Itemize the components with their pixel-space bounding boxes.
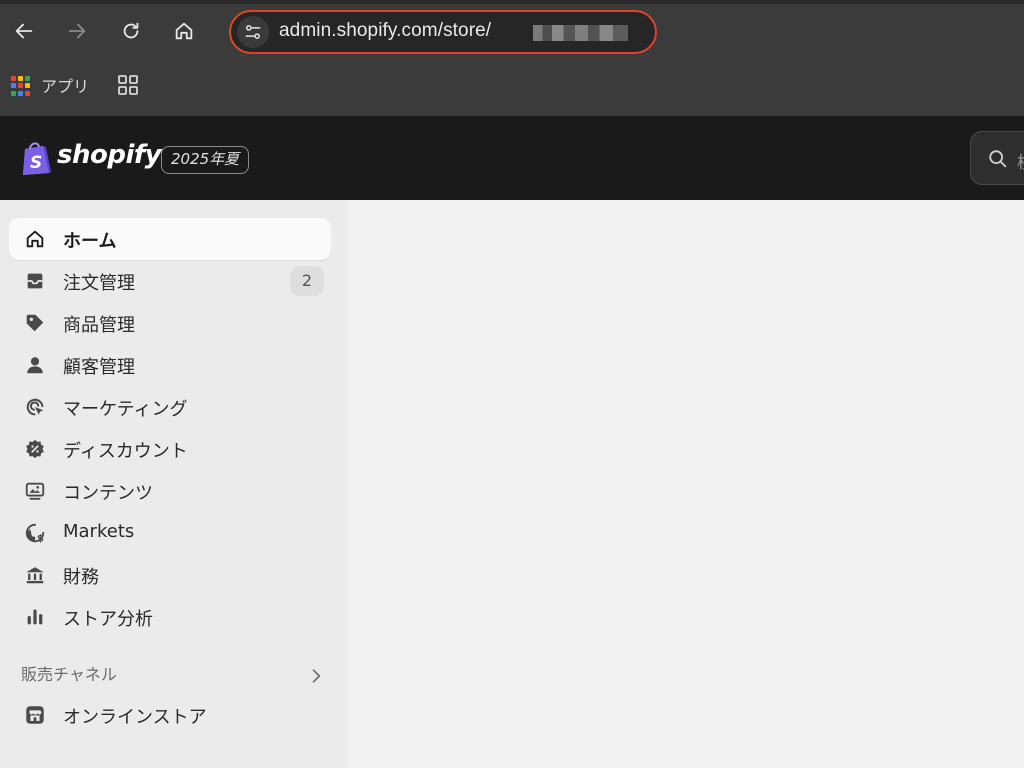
sidebar-item-customers[interactable]: 顧客管理 [9,344,331,386]
redacted-store-id [533,25,628,41]
sidebar-item-label: 注文管理 [63,273,135,294]
tab-groups-icon[interactable] [116,73,140,97]
sidebar-item-label: ホーム [63,231,117,252]
bank-icon [26,567,44,584]
sidebar-item-discounts[interactable]: ディスカウント [9,428,331,470]
search-placeholder: 検 [1017,148,1024,173]
tag-icon [26,314,44,332]
edition-badge[interactable]: 2025年夏 [161,146,250,174]
back-button[interactable] [9,16,39,46]
arrow-left-icon [15,23,33,39]
sidebar-item-online-store[interactable]: オンラインストア [9,694,331,736]
sidebar-item-label: Markets [63,521,135,542]
svg-text:S: S [30,153,42,173]
house-icon [175,22,193,40]
inbox-icon [27,273,43,289]
address-bar[interactable]: admin.shopify.com/store/ [229,10,657,54]
sidebar-item-products[interactable]: 商品管理 [9,302,331,344]
sidebar-item-label: 顧客管理 [63,357,135,378]
apps-bookmark[interactable]: アプリ [41,73,89,97]
reload-button[interactable] [116,16,146,46]
content-icon [25,482,45,500]
sales-channels-heading: 販売チャネル [21,665,117,684]
home-icon [26,230,44,248]
site-info-button[interactable] [237,16,269,48]
svg-text:$: $ [37,533,44,544]
sidebar-item-markets[interactable]: $ Markets [9,512,331,554]
browser-toolbar: admin.shopify.com/store/ アプリ [0,0,1024,116]
discount-icon [26,439,44,459]
sidebar-item-orders[interactable]: 注文管理 2 [9,260,331,302]
sidebar-item-label: オンラインストア [63,707,207,728]
orders-count-badge: 2 [290,266,324,296]
sidebar-item-label: マーケティング [63,399,188,420]
admin-header: S shopify 2025年夏 検 [0,116,1024,200]
shopify-wordmark[interactable]: shopify [57,140,162,170]
chevron-right-icon[interactable] [306,666,326,686]
sidebar-item-label: 財務 [63,567,99,588]
home-button[interactable] [169,16,199,46]
bookmarks-bar: アプリ [0,64,1024,104]
sidebar: ホーム 注文管理 2 商品管理 顧客管理 マーケティング ディスカウント コンテ… [0,200,348,768]
sidebar-item-analytics[interactable]: ストア分析 [9,596,331,638]
main-content [348,200,1024,768]
arrow-right-icon [68,23,86,39]
sidebar-item-label: 商品管理 [63,315,135,336]
sidebar-item-label: ストア分析 [63,609,153,630]
apps-icon[interactable] [11,76,31,96]
person-icon [27,357,43,374]
shopify-bag-icon[interactable]: S [20,140,54,176]
reload-icon [123,22,139,39]
store-icon [26,706,44,724]
url-text: admin.shopify.com/store/ [279,20,492,41]
globe-icon: $ [25,523,45,544]
search-input[interactable]: 検 [970,131,1024,185]
sidebar-item-label: コンテンツ [63,483,153,504]
sidebar-item-label: ディスカウント [63,441,188,462]
bar-chart-icon [27,609,43,625]
sidebar-item-marketing[interactable]: マーケティング [9,386,331,428]
sidebar-item-content[interactable]: コンテンツ [9,470,331,512]
search-icon [989,150,1007,168]
forward-button[interactable] [62,16,92,46]
sidebar-item-finances[interactable]: 財務 [9,554,331,596]
tune-icon [245,25,261,40]
target-icon [26,398,44,416]
sidebar-item-home[interactable]: ホーム [9,218,331,260]
